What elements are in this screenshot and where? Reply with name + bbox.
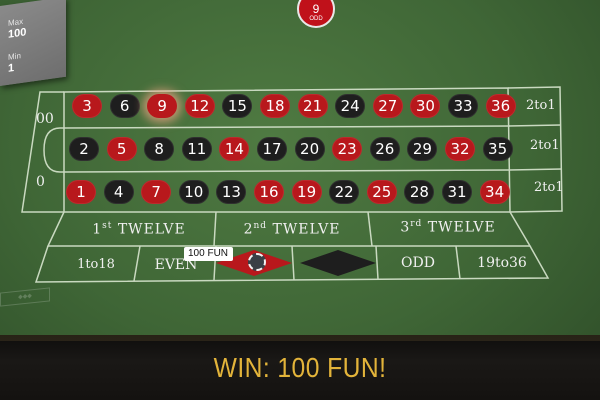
number-12[interactable]: 12 [184, 94, 215, 118]
number-16[interactable]: 16 [254, 180, 284, 204]
number-35[interactable]: 35 [482, 137, 513, 161]
number-25[interactable]: 25 [366, 180, 397, 204]
number-11[interactable]: 11 [181, 137, 212, 161]
number-32[interactable]: 32 [445, 137, 475, 161]
number-21[interactable]: 21 [297, 94, 328, 118]
first-dozen-suffix: st [102, 221, 113, 231]
high-bet[interactable]: 19to36 [464, 255, 540, 271]
number-36[interactable]: 36 [485, 94, 516, 118]
first-dozen[interactable]: 1st TWELVE [64, 221, 214, 238]
first-dozen-word: TWELVE [117, 221, 186, 238]
column-bet-middle[interactable]: 2to1 [530, 138, 560, 153]
second-dozen[interactable]: 2nd TWELVE [216, 221, 368, 238]
number-33[interactable]: 33 [448, 94, 478, 118]
number-4[interactable]: 4 [103, 180, 134, 204]
win-message: WIN: 100 FUN! [213, 352, 387, 383]
number-15[interactable]: 15 [222, 94, 253, 118]
number-29[interactable]: 29 [407, 137, 438, 161]
number-5[interactable]: 5 [106, 137, 137, 161]
first-dozen-ord: 1 [92, 221, 103, 238]
number-17[interactable]: 17 [257, 137, 287, 161]
number-22[interactable]: 22 [329, 180, 360, 204]
number-1[interactable]: 1 [66, 180, 96, 204]
low-bet[interactable]: 1to18 [66, 257, 126, 272]
number-18[interactable]: 18 [260, 94, 290, 118]
odd-bet[interactable]: ODD [386, 255, 450, 271]
board-lines [21, 86, 563, 283]
number-27[interactable]: 27 [372, 94, 403, 118]
second-dozen-ord: 2 [243, 221, 254, 238]
betting-board: 00 0 3 6 9 12 15 18 21 24 27 30 33 36 2 5 8 11 14 17 20 23 2… [0, 0, 600, 335]
number-8[interactable]: 8 [144, 137, 175, 161]
number-2[interactable]: 2 [69, 137, 99, 161]
number-13[interactable]: 13 [216, 180, 247, 204]
number-3[interactable]: 3 [72, 94, 102, 118]
number-34[interactable]: 34 [479, 180, 510, 204]
chip-amount-tag: 100 FUN [184, 247, 234, 261]
number-26[interactable]: 26 [369, 137, 400, 161]
zero-label[interactable]: 0 [36, 174, 45, 190]
column-bet-top[interactable]: 2to1 [526, 98, 556, 113]
number-23[interactable]: 23 [332, 137, 363, 161]
black-diamond[interactable] [300, 250, 376, 276]
third-dozen-word: TWELVE [427, 219, 496, 236]
column-bet-bottom[interactable]: 2to1 [534, 180, 564, 195]
number-20[interactable]: 20 [294, 137, 325, 161]
number-10[interactable]: 10 [178, 180, 209, 204]
third-dozen[interactable]: 3rd TWELVE [372, 219, 524, 236]
second-dozen-word: TWELVE [272, 221, 341, 238]
number-7[interactable]: 7 [141, 180, 172, 204]
number-31[interactable]: 31 [442, 180, 472, 204]
number-30[interactable]: 30 [410, 94, 441, 118]
placed-chip[interactable] [248, 253, 266, 271]
number-6[interactable]: 6 [109, 94, 140, 118]
third-dozen-ord: 3 [400, 219, 411, 236]
second-dozen-suffix: nd [253, 221, 268, 231]
third-dozen-suffix: rd [410, 219, 423, 229]
number-14[interactable]: 14 [219, 137, 250, 161]
number-24[interactable]: 24 [335, 94, 366, 118]
number-28[interactable]: 28 [404, 180, 435, 204]
double-zero-label[interactable]: 00 [36, 111, 54, 127]
number-19[interactable]: 19 [291, 180, 322, 204]
number-9[interactable]: 9 [147, 94, 178, 118]
